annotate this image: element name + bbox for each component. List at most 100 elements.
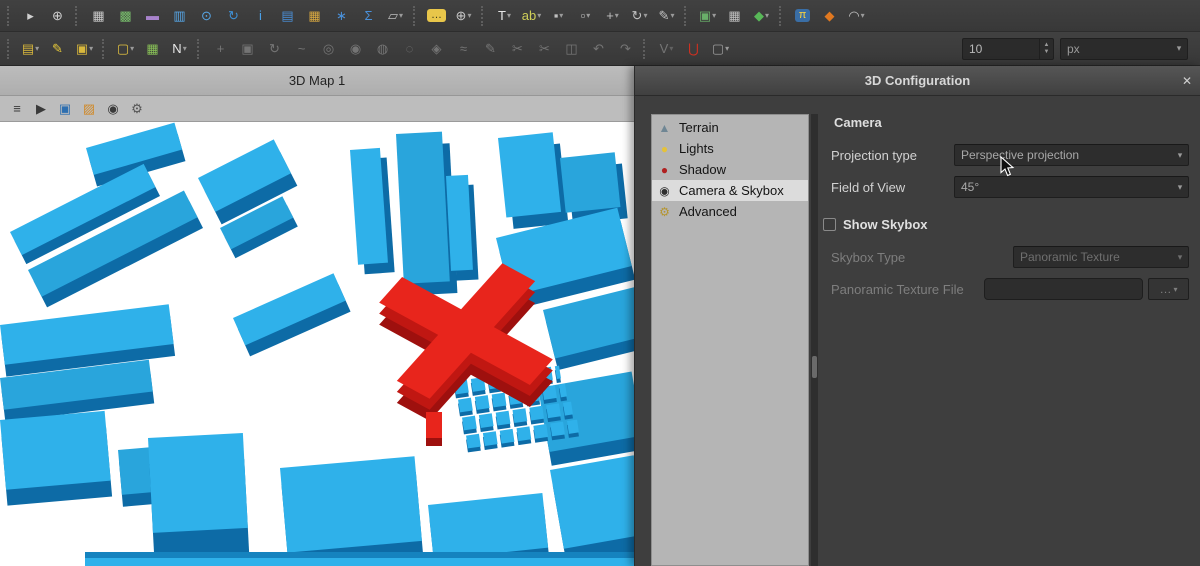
save-edits-icon: ▣ <box>76 42 88 55</box>
digitize-curve-icon: V▾ <box>654 37 679 61</box>
move-label-icon[interactable]: +▾ <box>600 4 625 28</box>
effects-icon: ◆ <box>754 9 764 22</box>
map-panel-toolbar-icons: ≡▶▣▨ ◉ ⚙ <box>6 99 148 119</box>
terrain-icon: ▲ <box>657 122 672 134</box>
nav-camera-skybox[interactable]: ◉Camera & Skybox <box>652 180 808 201</box>
map-panel-toolbar: ≡▶▣▨ ◉ ⚙ <box>0 96 634 122</box>
current-edits-icon[interactable]: ▤▾ <box>18 37 43 61</box>
zoom-tool-icon[interactable]: ⊕ <box>45 4 70 28</box>
raster-calculator-icon[interactable]: ▩ <box>113 4 138 28</box>
nav-lights[interactable]: ●Lights <box>652 138 808 159</box>
visibility-icon: ◉ <box>107 102 118 115</box>
compass-tool-icon[interactable]: ◠▾ <box>844 4 869 28</box>
toolbar-separator <box>413 6 419 26</box>
copy-move-feature-icon: ▣ <box>241 42 253 55</box>
field-calculator-icon: ▦ <box>92 9 104 22</box>
dialog-scrollbar[interactable] <box>811 114 818 566</box>
highlight-labels-icon: ▫ <box>581 9 586 22</box>
map-panel-title: 3D Map 1 <box>289 73 345 88</box>
projection-type-label: Projection type <box>831 148 917 163</box>
tracing-icon: ▢ <box>712 42 724 55</box>
dropdown-arrow-icon: ▾ <box>615 11 619 20</box>
python-console-icon: π <box>795 9 811 22</box>
snapping-tolerance-spinbox[interactable]: 10 ▲▼ <box>962 38 1054 60</box>
digitize-polygon-icon[interactable]: ▢▾ <box>113 37 138 61</box>
statistical-summary-icon[interactable]: Σ <box>356 4 381 28</box>
add-ring-icon: ◎ <box>316 37 341 61</box>
chevron-down-icon: ▾ <box>1172 150 1188 161</box>
compass-tool-icon: ◠ <box>848 9 859 22</box>
plugin-icon[interactable]: ◆ <box>817 4 842 28</box>
vertex-tool-icon[interactable]: N▾ <box>167 37 192 61</box>
export-scene-icon[interactable]: ▨ <box>78 99 100 119</box>
dialog-titlebar[interactable]: 3D Configuration <box>635 66 1200 96</box>
zoom-to-selection-icon[interactable]: ⊕▾ <box>451 4 476 28</box>
delete-part-icon: ◈ <box>424 37 449 61</box>
change-label-icon[interactable]: ✎▾ <box>654 4 679 28</box>
diagram-options-icon[interactable]: ▣▾ <box>695 4 720 28</box>
layout-manager-icon[interactable]: ▦ <box>302 4 327 28</box>
field-of-view-select[interactable]: 45° ▾ <box>954 176 1189 198</box>
split-parts-icon: ✂ <box>539 42 550 55</box>
add-part-icon: ◉ <box>350 42 361 55</box>
toolbar-separator <box>102 39 108 59</box>
measure-tool-icon[interactable]: ▱▾ <box>383 4 408 28</box>
merge-features-icon: ◫ <box>559 37 584 61</box>
reshape-features-icon: ✎ <box>478 37 503 61</box>
3d-scene <box>0 122 634 566</box>
add-record-icon[interactable]: ▦ <box>140 37 165 61</box>
label-toolbar-icon[interactable]: ab▾ <box>519 4 544 28</box>
chart-panel-icon[interactable]: ▥ <box>167 4 192 28</box>
nav-advanced[interactable]: ⚙Advanced <box>652 201 808 222</box>
save-edits-icon[interactable]: ▣▾ <box>72 37 97 61</box>
snapping-unit-select[interactable]: px ▾ <box>1060 38 1188 60</box>
effects-icon[interactable]: ◆▾ <box>749 4 774 28</box>
show-skybox-checkbox[interactable] <box>823 218 836 231</box>
pointer-tool-icon[interactable]: ▸ <box>18 4 43 28</box>
georeferencer-icon[interactable]: ▬ <box>140 4 165 28</box>
save-as-image-icon[interactable]: ▣ <box>54 99 76 119</box>
snapping-magnet-icon[interactable]: ⋃ <box>681 37 706 61</box>
configure-3d-icon[interactable]: ⚙ <box>126 99 148 119</box>
rotate-label-icon[interactable]: ↻▾ <box>627 4 652 28</box>
label-toolbar-icon: ab <box>522 9 536 22</box>
tracing-icon[interactable]: ▢▾ <box>708 37 733 61</box>
nav-shadow[interactable]: ●Shadow <box>652 159 808 180</box>
pin-labels-icon[interactable]: ▪▾ <box>546 4 571 28</box>
processing-toolbox-icon[interactable]: ∗ <box>329 4 354 28</box>
map-3d-viewport[interactable] <box>0 122 634 566</box>
temporal-controller-icon[interactable]: ⊙ <box>194 4 219 28</box>
identify-features-icon[interactable]: i <box>248 4 273 28</box>
skybox-type-label: Skybox Type <box>831 250 905 265</box>
dropdown-arrow-icon: ▾ <box>559 11 563 20</box>
visibility-icon[interactable]: ◉ <box>102 99 124 119</box>
close-icon[interactable]: ✕ <box>1176 70 1198 92</box>
highlight-labels-icon[interactable]: ▫▾ <box>573 4 598 28</box>
zoom-tool-icon: ⊕ <box>52 9 63 22</box>
spinbox-arrows-icon[interactable]: ▲▼ <box>1039 39 1053 59</box>
projection-type-select[interactable]: Perspective projection ▾ <box>954 144 1189 166</box>
nav-item-label: Lights <box>679 141 714 156</box>
nav-terrain[interactable]: ▲Terrain <box>652 117 808 138</box>
refresh-map-icon[interactable]: ↻ <box>221 4 246 28</box>
field-calculator-icon[interactable]: ▦ <box>86 4 111 28</box>
toolbar-separator <box>7 6 13 26</box>
digitize-polygon-icon: ▢ <box>117 42 129 55</box>
play-animation-icon[interactable]: ▶ <box>30 99 52 119</box>
python-console-icon[interactable]: π <box>790 4 815 28</box>
pan-tool-icon[interactable]: ≡ <box>6 99 28 119</box>
scrollbar-thumb[interactable] <box>812 356 817 378</box>
attribute-table-icon[interactable]: ▤ <box>275 4 300 28</box>
rotate-label-icon: ↻ <box>632 9 643 22</box>
grid-toolbar-icon[interactable]: ▦ <box>722 4 747 28</box>
dropdown-arrow-icon: ▾ <box>712 11 716 20</box>
chevron-down-icon: ▾ <box>1173 285 1177 294</box>
map-tips-icon[interactable]: … <box>424 4 449 28</box>
dropdown-arrow-icon: ▾ <box>399 11 403 20</box>
toolbar-separator <box>481 6 487 26</box>
toolbar-separator <box>684 6 690 26</box>
current-edits-icon: ▤ <box>22 42 34 55</box>
text-annotation-icon[interactable]: T▾ <box>492 4 517 28</box>
refresh-map-icon: ↻ <box>228 9 239 22</box>
toggle-editing-icon[interactable]: ✎ <box>45 37 70 61</box>
